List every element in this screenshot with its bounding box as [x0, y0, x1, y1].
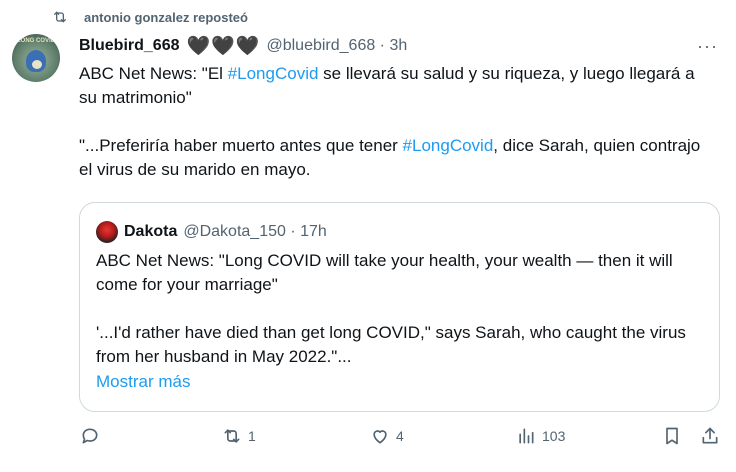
like-count: 4 — [396, 428, 404, 444]
tweet-text: ABC Net News: "El #LongCovid se llevará … — [79, 62, 709, 182]
bird-icon — [26, 50, 46, 72]
views-button[interactable]: 103 — [516, 426, 565, 446]
display-name[interactable]: Bluebird_668 — [79, 37, 179, 55]
views-icon — [519, 428, 534, 444]
handle-time[interactable]: @bluebird_668 · 3h — [266, 37, 407, 55]
avatar[interactable]: LONG COVID — [12, 34, 60, 82]
hashtag-link[interactable]: #LongCovid — [403, 136, 494, 155]
text-span: "...Preferiría haber muerto antes que te… — [79, 136, 403, 155]
quote-header: Dakota @Dakota_150 · 17h — [96, 221, 327, 243]
share-button[interactable] — [700, 426, 720, 446]
quote-handle-time[interactable]: @Dakota_150 · 17h — [183, 223, 326, 241]
quote-paragraph: '...I'd rather have died than get long C… — [96, 323, 686, 366]
quote-paragraph: ABC Net News: "Long COVID will take your… — [96, 251, 673, 294]
bookmark-icon — [666, 427, 678, 445]
show-more-link[interactable]: Mostrar más — [96, 370, 708, 394]
text-span: ABC Net News: "El — [79, 64, 228, 83]
hashtag-link[interactable]: #LongCovid — [228, 64, 319, 83]
quote-display-name[interactable]: Dakota — [124, 223, 177, 241]
repost-count: 1 — [248, 428, 256, 444]
avatar-text: LONG COVID — [16, 38, 55, 44]
quoted-tweet[interactable]: Dakota @Dakota_150 · 17h ABC Net News: "… — [79, 202, 720, 412]
bookmark-button[interactable] — [662, 426, 682, 446]
repost-icon — [54, 11, 66, 23]
repost-icon — [224, 429, 240, 443]
more-options-icon[interactable]: ··· — [697, 36, 718, 57]
name-emoji: 🖤🖤🖤 — [186, 36, 261, 57]
quote-text: ABC Net News: "Long COVID will take your… — [96, 249, 708, 394]
tweet-header: Bluebird_668 🖤🖤🖤 @bluebird_668 · 3h — [79, 34, 407, 58]
reply-icon — [82, 428, 98, 444]
action-bar: 1 4 103 — [0, 426, 736, 456]
like-button[interactable]: 4 — [370, 426, 404, 446]
repost-button[interactable]: 1 — [222, 426, 256, 446]
repost-indicator: antonio gonzalez reposteó — [52, 9, 248, 25]
quote-avatar[interactable] — [96, 221, 118, 243]
repost-label[interactable]: antonio gonzalez reposteó — [84, 10, 248, 25]
tweet-paragraph: ABC Net News: "El #LongCovid se llevará … — [79, 62, 709, 110]
tweet-paragraph: "...Preferiría haber muerto antes que te… — [79, 134, 709, 182]
reply-button[interactable] — [80, 426, 106, 446]
views-count: 103 — [542, 428, 566, 444]
heart-icon — [373, 430, 387, 444]
share-icon — [702, 427, 718, 444]
